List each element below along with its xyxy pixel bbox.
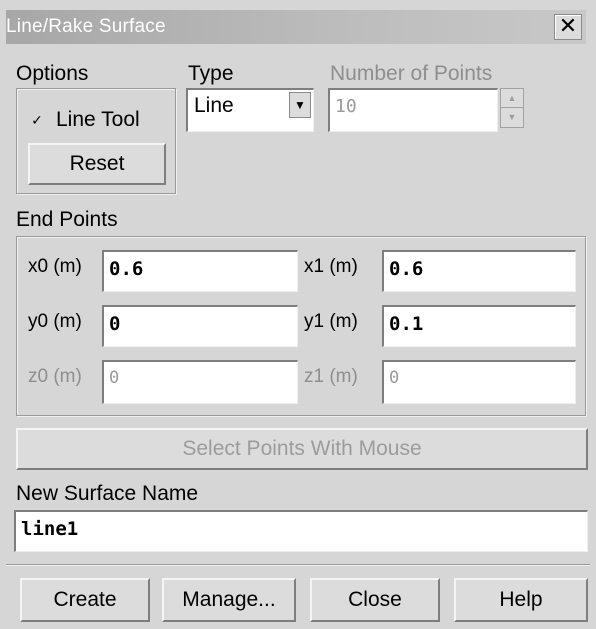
new-surface-name-label: New Surface Name: [16, 482, 199, 505]
spin-up-icon[interactable]: ▲: [501, 89, 523, 108]
close-icon[interactable]: ✕: [554, 14, 582, 40]
z1-field[interactable]: 0: [382, 360, 576, 404]
type-dropdown[interactable]: Line ▼: [186, 88, 314, 132]
type-selected-value: Line: [194, 94, 234, 117]
spin-down-icon[interactable]: ▼: [501, 108, 523, 126]
z1-label: z1 (m): [304, 366, 358, 387]
number-of-points-spinner[interactable]: ▲ ▼: [500, 88, 524, 128]
end-points-label: End Points: [16, 208, 118, 231]
type-label: Type: [188, 62, 234, 85]
line-tool-label[interactable]: Line Tool: [56, 108, 140, 132]
manage-button[interactable]: Manage...: [162, 578, 296, 622]
close-button[interactable]: Close: [310, 578, 440, 622]
new-surface-name-field[interactable]: line1: [14, 510, 588, 552]
x1-field[interactable]: 0.6: [382, 250, 576, 292]
z0-field[interactable]: 0: [102, 360, 298, 404]
reset-button[interactable]: Reset: [28, 143, 166, 185]
x1-label: x1 (m): [304, 256, 358, 277]
y0-field[interactable]: 0: [102, 305, 298, 347]
number-of-points-label: Number of Points: [330, 62, 493, 85]
create-button[interactable]: Create: [20, 578, 150, 622]
select-points-with-mouse-button[interactable]: Select Points With Mouse: [16, 428, 588, 470]
y1-label: y1 (m): [304, 311, 358, 332]
window-title: Line/Rake Surface: [6, 16, 166, 37]
chevron-down-icon[interactable]: ▼: [289, 92, 311, 118]
number-of-points-field[interactable]: 10: [328, 88, 498, 132]
z0-label: z0 (m): [28, 366, 82, 387]
options-label: Options: [16, 62, 89, 85]
x0-field[interactable]: 0.6: [102, 250, 298, 292]
y0-label: y0 (m): [28, 311, 82, 332]
line-rake-surface-dialog: Line/Rake Surface ✕ Options ✓ Line Tool …: [0, 0, 596, 629]
line-tool-checkbox-icon[interactable]: ✓: [30, 113, 44, 127]
footer-divider: [6, 564, 590, 566]
help-button[interactable]: Help: [454, 578, 588, 622]
x0-label: x0 (m): [28, 256, 82, 277]
title-bar[interactable]: Line/Rake Surface ✕: [6, 10, 586, 44]
y1-field[interactable]: 0.1: [382, 305, 576, 347]
